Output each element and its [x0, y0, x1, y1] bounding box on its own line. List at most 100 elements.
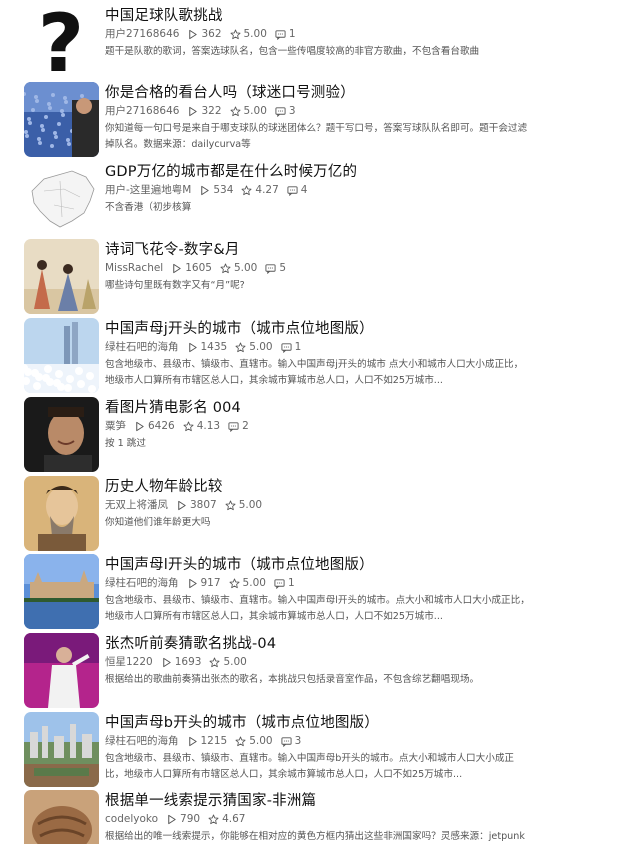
quiz-meta: MissRachel 1605 5.00 5: [105, 261, 613, 276]
quiz-list-item[interactable]: 看图片猜电影名 004 粟笋 6426 4.13 2 按 1 跳过: [0, 397, 633, 476]
rating: 4.27: [241, 183, 279, 198]
comment-icon: [281, 343, 292, 353]
stadium-crowd-image: [24, 82, 99, 157]
star-icon: [230, 106, 240, 117]
quiz-thumbnail[interactable]: [24, 633, 99, 708]
play-icon: [201, 185, 210, 196]
play-count: 1605: [171, 261, 212, 276]
quiz-thumbnail[interactable]: [24, 790, 99, 844]
snowy-city-image: [24, 318, 99, 393]
author-name[interactable]: 用户27168646: [105, 104, 179, 119]
quiz-description: 包含地级市、县级市、镇级市、直辖市。输入中国声母j开头的城市 点大小和城市人口大…: [105, 357, 613, 389]
comment-count: 5: [265, 261, 286, 276]
rating: 5.00: [230, 104, 267, 119]
comment-count: 4: [287, 183, 307, 198]
quiz-title[interactable]: 张杰听前奏猜歌名挑战-04: [105, 635, 613, 654]
star-icon: [241, 185, 252, 196]
author-name[interactable]: 绿柱石吧的海角: [105, 340, 179, 355]
author-name[interactable]: codelyoko: [105, 812, 158, 827]
author-name[interactable]: 无双上将潘凤: [105, 498, 168, 513]
rating: 5.00: [230, 27, 267, 42]
movie-actor-image: [24, 397, 99, 472]
quiz-thumbnail[interactable]: ?: [24, 5, 99, 80]
comment-icon: [275, 107, 286, 117]
play-count: 1693: [161, 655, 201, 670]
quiz-thumbnail[interactable]: [24, 318, 99, 393]
quiz-thumbnail[interactable]: [24, 397, 99, 472]
quiz-list-item[interactable]: ? 中国足球队歌挑战 用户27168646 362 5.00 1 题干是队歌的歌词…: [0, 5, 633, 84]
star-icon: [230, 29, 240, 40]
rating: 4.67: [208, 812, 245, 827]
quiz-title[interactable]: 你是合格的看台人吗（球迷口号测验）: [105, 84, 613, 103]
rating: 5.00: [225, 498, 262, 513]
author-name[interactable]: MissRachel: [105, 261, 163, 276]
rating: 5.00: [235, 340, 273, 355]
comment-count: 3: [275, 104, 296, 119]
quiz-meta: 绿柱石吧的海角 917 5.00 1: [105, 576, 613, 591]
quiz-description: 根据给出的歌曲前奏猜出张杰的歌名，本挑战只包括录音室作品，不包含综艺翻唱现场。: [105, 672, 613, 688]
author-name[interactable]: 绿柱石吧的海角: [105, 576, 179, 591]
star-icon: [208, 814, 219, 825]
quiz-thumbnail[interactable]: [24, 476, 99, 551]
author-name[interactable]: 用户27168646: [105, 27, 179, 42]
quiz-list-item[interactable]: GDP万亿的城市都是在什么时候万亿的 用户-这里遍地粤M 534 4.27 4 不…: [0, 161, 633, 240]
author-name[interactable]: 粟笋: [105, 419, 126, 434]
quiz-description-line: 题干是队歌的歌词，答案选球队名，包含一些传唱度较高的非官方歌曲，不包含看台歌曲: [105, 46, 480, 57]
quiz-title[interactable]: 中国足球队歌挑战: [105, 7, 613, 26]
quiz-description-line: 包含地级市、县级市、镇级市、直辖市。输入中国声母b开头的城市。点大小和城市人口大…: [105, 753, 515, 764]
author-name[interactable]: 用户-这里遍地粤M: [105, 183, 191, 198]
quiz-list-item[interactable]: 中国声母j开头的城市（城市点位地图版） 绿柱石吧的海角 1435 5.00 1 包…: [0, 318, 633, 397]
play-icon: [173, 263, 181, 274]
quiz-description: 不含香港（初步核算: [105, 200, 613, 216]
quiz-description: 题干是队歌的歌词，答案选球队名，包含一些传唱度较高的非官方歌曲，不包含看台歌曲: [105, 44, 613, 60]
quiz-title[interactable]: 历史人物年龄比较: [105, 478, 613, 497]
comment-count: 2: [228, 419, 249, 434]
quiz-description-line: 你知道他们谁年龄更大吗: [105, 517, 211, 528]
quiz-title[interactable]: 看图片猜电影名 004: [105, 399, 613, 418]
star-icon: [209, 657, 220, 668]
quiz-meta: codelyoko 790 4.67: [105, 812, 613, 827]
author-name[interactable]: 绿柱石吧的海角: [105, 734, 179, 749]
quiz-list-item[interactable]: 根据单一线索提示猜国家-非洲篇 codelyoko 790 4.67 根据给出的…: [0, 790, 633, 844]
quiz-title[interactable]: GDP万亿的城市都是在什么时候万亿的: [105, 163, 613, 182]
quiz-meta: 粟笋 6426 4.13 2: [105, 419, 613, 434]
quiz-title[interactable]: 中国声母b开头的城市（城市点位地图版）: [105, 714, 613, 733]
quiz-thumbnail[interactable]: [24, 161, 99, 236]
quiz-title[interactable]: 根据单一线索提示猜国家-非洲篇: [105, 792, 613, 811]
play-icon: [189, 106, 198, 117]
comment-count: 1: [274, 576, 295, 591]
quiz-description: 包含地级市、县级市、镇级市、直辖市。输入中国声母b开头的城市。点大小和城市人口大…: [105, 751, 613, 783]
quiz-list-item[interactable]: 张杰听前奏猜歌名挑战-04 恒星1220 1693 5.00 根据给出的歌曲前奏…: [0, 633, 633, 712]
quiz-title[interactable]: 中国声母l开头的城市（城市点位地图版）: [105, 556, 613, 575]
quiz-list-item[interactable]: 中国声母b开头的城市（城市点位地图版） 绿柱石吧的海角 1215 5.00 3 包…: [0, 712, 633, 791]
quiz-title[interactable]: 诗词飞花令-数字&月: [105, 241, 613, 260]
quiz-thumbnail[interactable]: [24, 82, 99, 157]
quiz-description-line: 地级市人口算所有市辖区总人口，其余城市算城市总人口，人口不如25万城市...: [105, 611, 443, 622]
quiz-description: 哪些诗句里既有数字又有“月”呢?: [105, 278, 613, 294]
quiz-meta: 恒星1220 1693 5.00: [105, 655, 613, 670]
quiz-list-item[interactable]: 你是合格的看台人吗（球迷口号测验） 用户27168646 322 5.00 3 你…: [0, 82, 633, 161]
comment-count: 3: [281, 734, 301, 749]
quiz-title[interactable]: 中国声母j开头的城市（城市点位地图版）: [105, 320, 613, 339]
play-count: 362: [187, 27, 222, 42]
comment-count: 1: [281, 340, 301, 355]
quiz-list-item[interactable]: 中国声母l开头的城市（城市点位地图版） 绿柱石吧的海角 917 5.00 1 包含…: [0, 554, 633, 633]
play-icon: [136, 421, 144, 432]
author-name[interactable]: 恒星1220: [105, 655, 153, 670]
quiz-thumbnail[interactable]: [24, 554, 99, 629]
quiz-description-line: 按 1 跳过: [105, 438, 146, 449]
quiz-thumbnail[interactable]: [24, 712, 99, 787]
comment-icon: [228, 422, 239, 432]
quiz-list-item[interactable]: 诗词飞花令-数字&月 MissRachel 1605 5.00 5 哪些诗句里既有…: [0, 239, 633, 318]
quiz-description-line: 比，地级市人口算所有市辖区总人口，其余城市算城市总人口，人口不如25万城市...: [105, 769, 463, 780]
quiz-description-line: 哪些诗句里既有数字又有“月”呢?: [105, 280, 245, 291]
rating: 5.00: [220, 261, 257, 276]
star-icon: [235, 342, 246, 353]
star-icon: [235, 736, 246, 747]
play-count: 322: [187, 104, 222, 119]
comment-icon: [265, 264, 276, 274]
quiz-list-item[interactable]: 历史人物年龄比较 无双上将潘凤 3807 5.00 你知道他们谁年龄更大吗: [0, 476, 633, 555]
quiz-meta: 无双上将潘凤 3807 5.00: [105, 498, 613, 513]
play-count: 1435: [187, 340, 227, 355]
quiz-thumbnail[interactable]: [24, 239, 99, 314]
